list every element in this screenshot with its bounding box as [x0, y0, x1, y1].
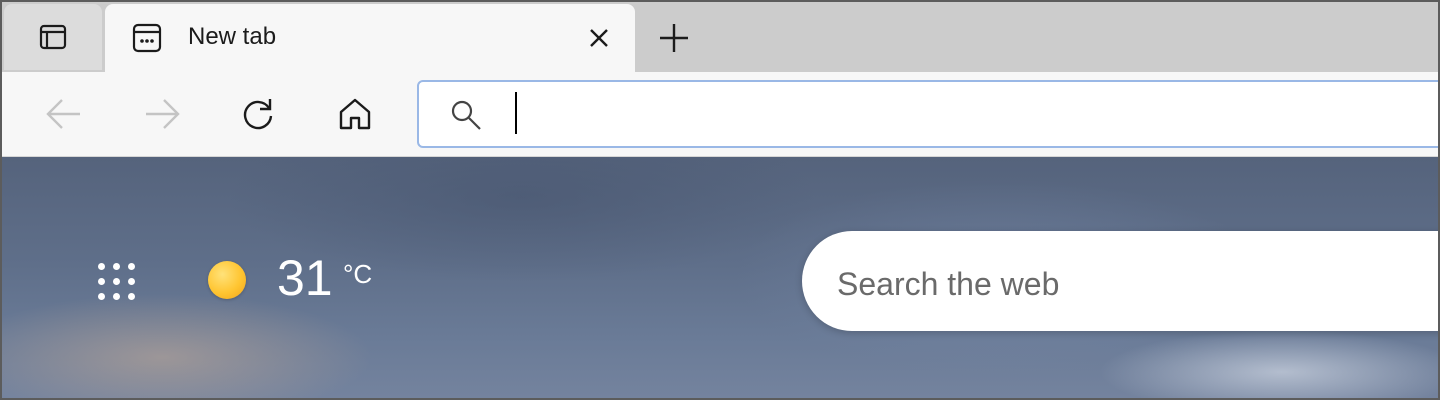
tab-actions-button[interactable]	[4, 4, 102, 70]
new-tab-page-icon	[132, 23, 162, 53]
forward-button[interactable]	[140, 92, 184, 136]
new-tab-page: 31 °C Search the web	[2, 157, 1438, 398]
tab-title: New tab	[188, 23, 277, 50]
home-button[interactable]	[333, 92, 377, 136]
new-tab-button[interactable]	[654, 18, 694, 58]
address-bar[interactable]	[417, 80, 1438, 148]
web-search-box[interactable]: Search the web	[802, 231, 1438, 331]
plus-icon	[660, 24, 688, 52]
tab-new-tab[interactable]: New tab	[105, 4, 635, 72]
app-launcher-button[interactable]	[98, 263, 136, 301]
back-arrow-icon	[46, 99, 80, 129]
home-icon	[339, 98, 371, 130]
address-input[interactable]	[523, 94, 1407, 136]
refresh-icon	[243, 99, 273, 130]
tab-strip: New tab	[2, 2, 1438, 72]
sun-icon[interactable]	[208, 261, 246, 299]
weather-unit: °C	[343, 259, 373, 289]
navigation-toolbar	[2, 72, 1438, 157]
weather-temperature[interactable]: 31	[277, 249, 333, 307]
app-launcher-icon	[98, 263, 105, 270]
back-button[interactable]	[42, 92, 86, 136]
close-tab-button[interactable]	[583, 22, 615, 54]
web-search-placeholder: Search the web	[837, 266, 1060, 302]
refresh-button[interactable]	[236, 92, 280, 136]
tab-actions-icon	[39, 24, 67, 50]
search-icon	[451, 100, 481, 130]
close-icon	[590, 29, 608, 47]
browser-window: New tab 31 °C Search the web	[0, 0, 1440, 400]
forward-arrow-icon	[146, 99, 180, 129]
text-cursor	[515, 92, 517, 134]
